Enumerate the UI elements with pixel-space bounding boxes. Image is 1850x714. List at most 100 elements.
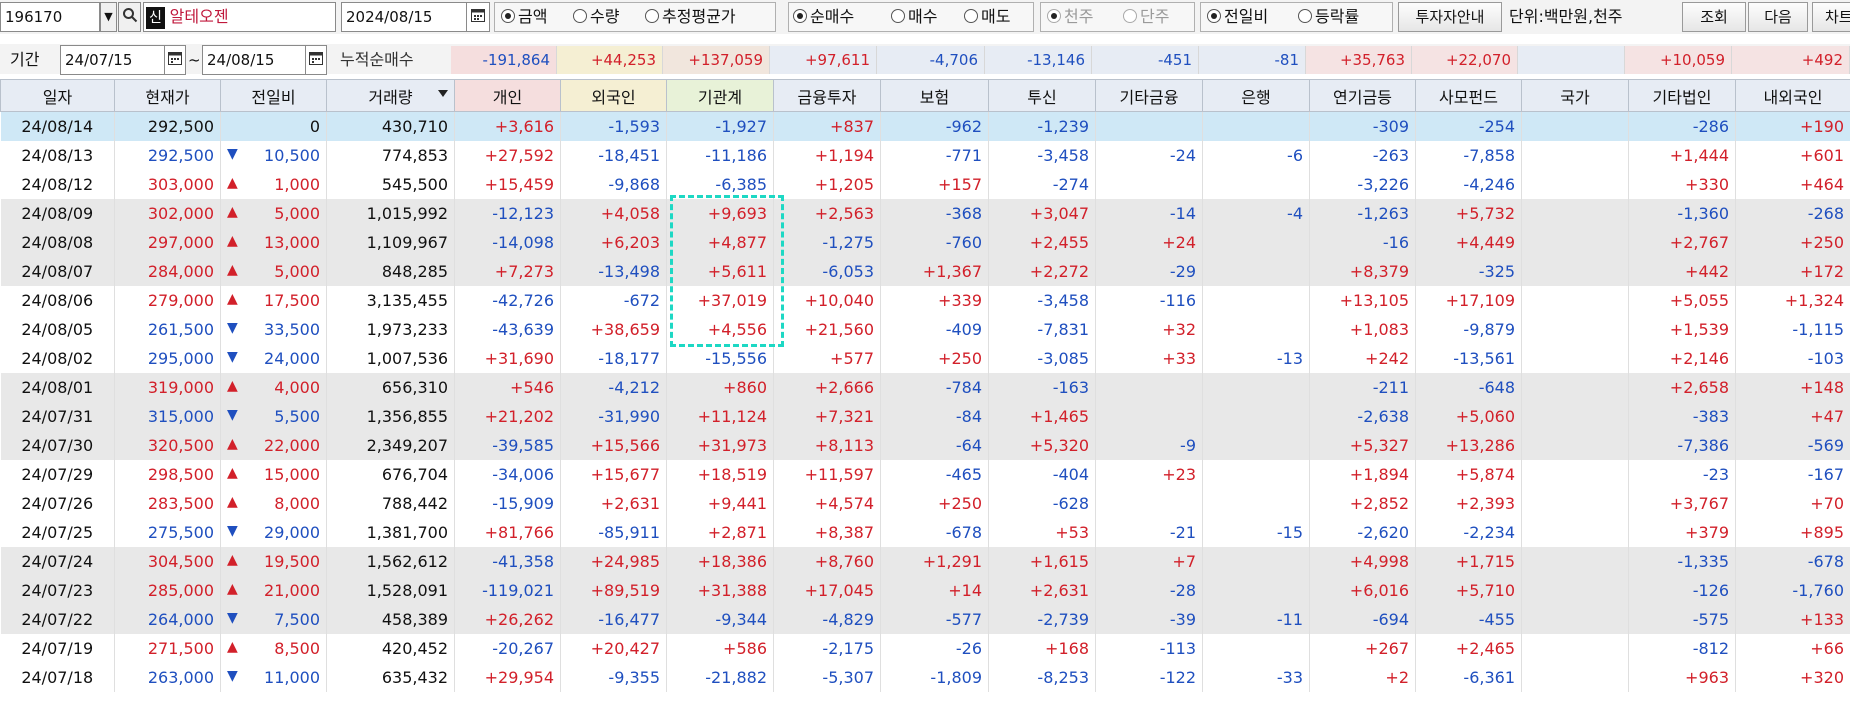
change-value: 19,500	[264, 552, 320, 571]
investor-cell-9: +5,060	[1415, 402, 1522, 431]
table-row[interactable]: 24/08/08 297,000 ▲ 13,000 1,109,967 -14,098 +6…	[0, 228, 1850, 257]
investor-cell-10	[1521, 286, 1629, 315]
column-header-16[interactable]: 내외국인	[1735, 79, 1850, 112]
stock-name-field[interactable]: 신 알테오젠	[143, 2, 336, 32]
radio-quantity[interactable]: 수량	[573, 3, 619, 31]
table-row[interactable]: 24/08/12 303,000 ▲ 1,000 545,500 +15,459 -9,86…	[0, 170, 1850, 199]
volume-cell: 635,432	[326, 663, 455, 692]
investor-cell-9: +5,874	[1415, 460, 1522, 489]
period-tilde: ~	[188, 51, 201, 69]
radio-change-rate[interactable]: 등락률	[1298, 3, 1359, 31]
column-header-15[interactable]: 기타법인	[1628, 79, 1736, 112]
date-value: 2024/08/15	[346, 8, 433, 26]
investor-cell-9: -9,879	[1415, 315, 1522, 344]
table-row[interactable]: 24/07/24 304,500 ▲ 19,500 1,562,612 -41,358 +2…	[0, 547, 1850, 576]
price-cell: 263,000	[114, 663, 221, 692]
table-row[interactable]: 24/07/19 271,500 ▲ 8,500 420,452 -20,267 +20,4…	[0, 634, 1850, 663]
column-header-0[interactable]: 일자	[0, 79, 115, 112]
search-icon[interactable]	[118, 2, 141, 32]
date-cell: 24/08/14	[0, 111, 115, 141]
radio-net-buy[interactable]: 순매수	[793, 3, 854, 31]
price-cell: 284,000	[114, 257, 221, 286]
column-header-4[interactable]: 개인	[454, 79, 561, 112]
radio-avg-price[interactable]: 추정평균가	[645, 3, 736, 31]
volume-cell: 545,500	[326, 170, 455, 199]
investor-cell-7	[1202, 228, 1310, 257]
investor-cell-11: -286	[1628, 111, 1736, 141]
volume-cell: 2,349,207	[326, 431, 455, 460]
column-header-7[interactable]: 금융투자	[773, 79, 881, 112]
investor-cell-8: -2,620	[1309, 518, 1416, 547]
column-header-1[interactable]: 현재가	[114, 79, 221, 112]
investor-cell-2: -6,385	[666, 170, 774, 199]
code-dropdown-icon[interactable]: ▼	[100, 2, 117, 32]
investor-cell-1: -672	[560, 286, 667, 315]
price-cell: 298,500	[114, 460, 221, 489]
chart-button[interactable]: 차트	[1812, 2, 1850, 32]
table-row[interactable]: 24/07/31 315,000 ▼ 5,500 1,356,855 +21,202 -31…	[0, 402, 1850, 431]
investor-cell-1: +20,427	[560, 634, 667, 663]
investor-cell-6: -9	[1095, 431, 1203, 460]
radio-single-shares[interactable]: 단주	[1123, 3, 1169, 31]
sort-dropdown-icon[interactable]	[438, 90, 448, 97]
table-row[interactable]: 24/08/05 261,500 ▼ 33,500 1,973,233 -43,639 +3…	[0, 315, 1850, 344]
end-calendar-icon[interactable]	[305, 45, 327, 75]
radio-thousand-shares[interactable]: 천주	[1047, 3, 1093, 31]
date-input[interactable]: 2024/08/15	[341, 2, 471, 32]
investor-cell-10	[1521, 344, 1629, 373]
radio-prev-day[interactable]: 전일비	[1207, 3, 1268, 31]
calendar-icon[interactable]	[466, 2, 490, 32]
stock-code-input[interactable]: 196170	[0, 2, 100, 32]
change-value: 5,000	[274, 262, 320, 281]
period-end-input[interactable]: 24/08/15	[202, 45, 308, 75]
column-header-5[interactable]: 외국인	[560, 79, 667, 112]
table-row[interactable]: 24/07/25 275,500 ▼ 29,000 1,381,700 +81,766 -8…	[0, 518, 1850, 547]
investor-guide-button[interactable]: 투자자안내	[1398, 2, 1502, 32]
table-row[interactable]: 24/08/14 292,500 0 430,710 +3,616 -1,593 -1,92…	[0, 111, 1850, 141]
column-header-3[interactable]: 거래량	[326, 79, 455, 112]
column-header-14[interactable]: 국가	[1521, 79, 1629, 112]
table-row[interactable]: 24/07/29 298,500 ▲ 15,000 676,704 -34,006 +15,…	[0, 460, 1850, 489]
table-row[interactable]: 24/07/30 320,500 ▲ 22,000 2,349,207 -39,585 +1…	[0, 431, 1850, 460]
date-cell: 24/08/13	[0, 141, 115, 170]
column-header-6[interactable]: 기관계	[666, 79, 774, 112]
start-calendar-icon[interactable]	[164, 45, 186, 75]
table-row[interactable]: 24/08/06 279,000 ▲ 17,500 3,135,455 -42,726 -6…	[0, 286, 1850, 315]
query-button[interactable]: 조회	[1682, 2, 1746, 32]
radio-buy[interactable]: 매수	[891, 3, 937, 31]
investor-cell-4: -760	[880, 228, 989, 257]
investor-cell-8: -263	[1309, 141, 1416, 170]
stock-code-value: 196170	[5, 8, 63, 26]
investor-cell-8: +8,379	[1309, 257, 1416, 286]
table-row[interactable]: 24/07/18 263,000 ▼ 11,000 635,432 +29,954 -9,3…	[0, 663, 1850, 692]
investor-cell-3: -1,275	[773, 228, 881, 257]
investor-cell-4: -26	[880, 634, 989, 663]
period-start-input[interactable]: 24/07/15	[60, 45, 166, 75]
table-row[interactable]: 24/08/13 292,500 ▼ 10,500 774,853 +27,592 -18,…	[0, 141, 1850, 170]
next-button[interactable]: 다음	[1748, 2, 1808, 32]
column-header-2[interactable]: 전일비	[220, 79, 327, 112]
investor-cell-6: -14	[1095, 199, 1203, 228]
column-header-13[interactable]: 사모펀드	[1415, 79, 1522, 112]
table-row[interactable]: 24/07/22 264,000 ▼ 7,500 458,389 +26,262 -16,4…	[0, 605, 1850, 634]
table-row[interactable]: 24/08/09 302,000 ▲ 5,000 1,015,992 -12,123 +4,…	[0, 199, 1850, 228]
column-header-8[interactable]: 보험	[880, 79, 989, 112]
table-row[interactable]: 24/08/07 284,000 ▲ 5,000 848,285 +7,273 -13,49…	[0, 257, 1850, 286]
investor-cell-8: -3,226	[1309, 170, 1416, 199]
table-row[interactable]: 24/07/23 285,000 ▲ 21,000 1,528,091 -119,021 +…	[0, 576, 1850, 605]
date-cell: 24/08/01	[0, 373, 115, 402]
column-header-12[interactable]: 연기금등	[1309, 79, 1416, 112]
column-header-9[interactable]: 투신	[988, 79, 1096, 112]
column-header-11[interactable]: 은행	[1202, 79, 1310, 112]
cumulative-sum-10	[1518, 46, 1625, 74]
table-row[interactable]: 24/08/02 295,000 ▼ 24,000 1,007,536 +31,690 -1…	[0, 344, 1850, 373]
radio-sell[interactable]: 매도	[964, 3, 1010, 31]
table-row[interactable]: 24/08/01 319,000 ▲ 4,000 656,310 +546 -4,212 +8…	[0, 373, 1850, 402]
investor-cell-8: +4,998	[1309, 547, 1416, 576]
radio-amount[interactable]: 금액	[501, 3, 547, 31]
investor-cell-2: -11,186	[666, 141, 774, 170]
investor-cell-8: +1,894	[1309, 460, 1416, 489]
price-cell: 302,000	[114, 199, 221, 228]
column-header-10[interactable]: 기타금융	[1095, 79, 1203, 112]
table-row[interactable]: 24/07/26 283,500 ▲ 8,000 788,442 -15,909 +2,63…	[0, 489, 1850, 518]
